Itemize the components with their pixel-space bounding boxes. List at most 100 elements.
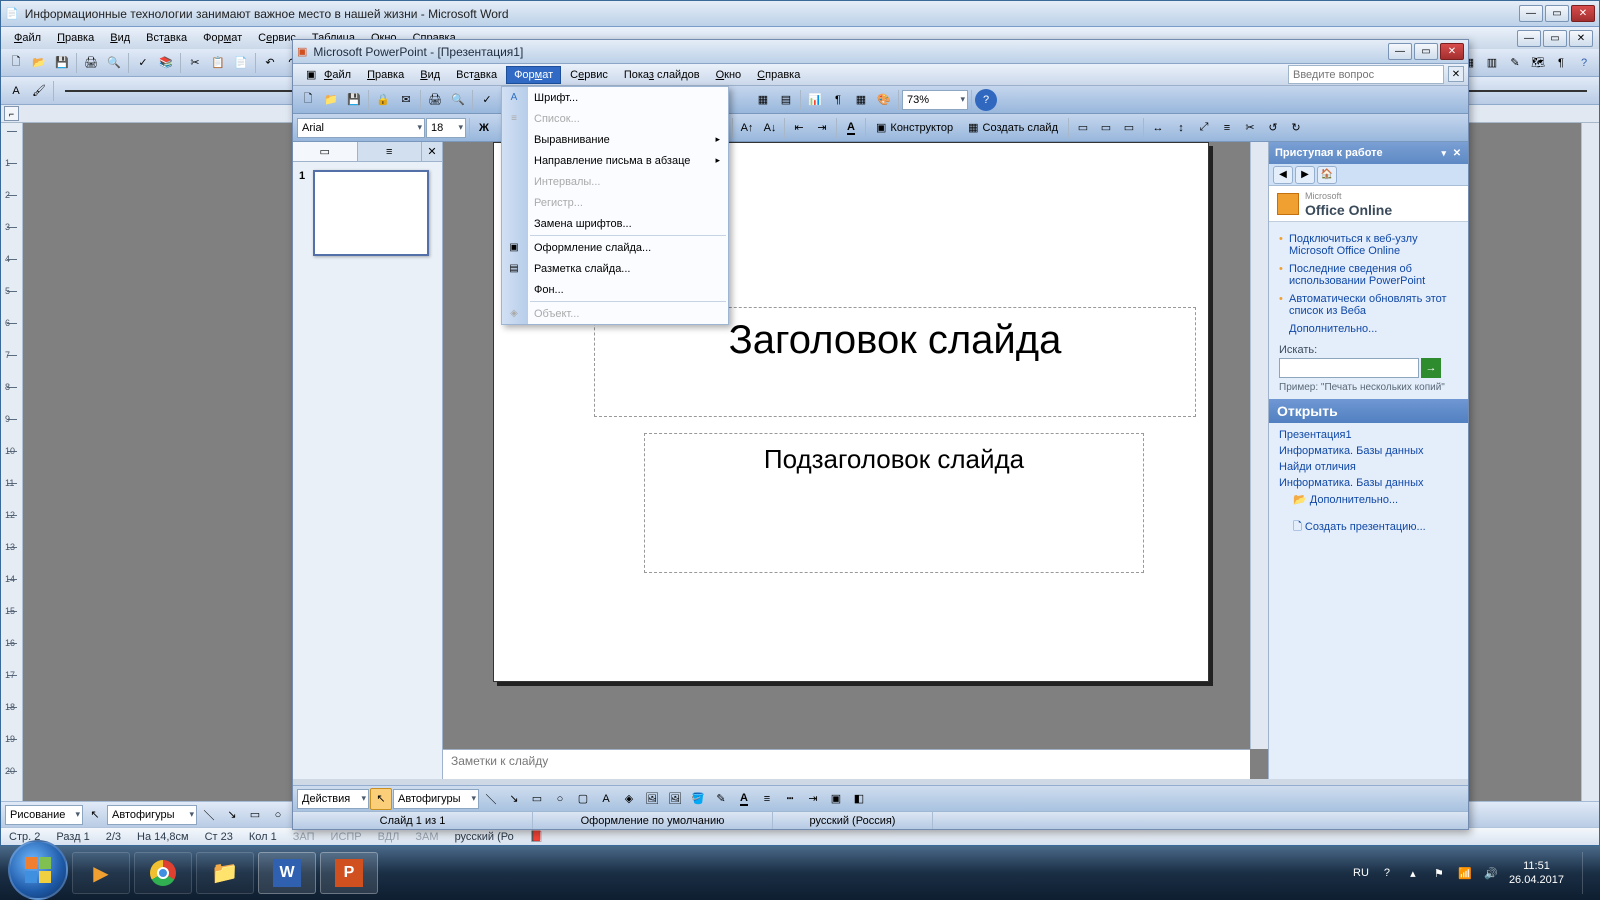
- tab-selector[interactable]: ⌐: [4, 106, 19, 121]
- pp-zoom[interactable]: 73%: [902, 90, 968, 110]
- style-icon[interactable]: A: [5, 80, 27, 102]
- pp-designer-button[interactable]: ▣ Конструктор: [869, 117, 960, 139]
- preview-icon[interactable]: 🔍: [103, 52, 125, 74]
- menu-slidelayout[interactable]: ▤Разметка слайда...: [502, 258, 728, 279]
- recent-3[interactable]: Найди отличия: [1279, 459, 1458, 475]
- pp-doc-icon[interactable]: ▣: [299, 66, 315, 83]
- pp-shadow-icon[interactable]: ▣: [825, 788, 847, 810]
- pp-incindent-icon[interactable]: ⇥: [811, 117, 833, 139]
- tray-lang[interactable]: RU: [1353, 867, 1369, 879]
- pp-tb-b[interactable]: ▭: [1095, 117, 1117, 139]
- pp-menu-file[interactable]: Файл: [317, 67, 358, 83]
- word-scrollbar-v[interactable]: [1581, 123, 1599, 801]
- cut-icon[interactable]: ✂: [184, 52, 206, 74]
- task-nav[interactable]: ◀ ▶ 🏠: [1269, 164, 1468, 186]
- pp-preview-icon[interactable]: 🔍: [447, 89, 469, 111]
- spell-icon[interactable]: ✓: [132, 52, 154, 74]
- pp-decfont-icon[interactable]: A↓: [759, 117, 781, 139]
- pp-maximize-button[interactable]: ▭: [1414, 43, 1438, 60]
- new-icon[interactable]: 🗋: [5, 52, 27, 74]
- word-maximize-button[interactable]: ▭: [1545, 5, 1569, 22]
- slide-thumbnail-1[interactable]: [313, 170, 429, 256]
- pp-3d-icon[interactable]: ◧: [848, 788, 870, 810]
- pp-fill-icon[interactable]: 🪣: [687, 788, 709, 810]
- pp-inserttable-icon[interactable]: ▤: [775, 89, 797, 111]
- menu-slidedesign[interactable]: ▣Оформление слайда...: [502, 237, 728, 258]
- pp-tb-j[interactable]: ↻: [1285, 117, 1307, 139]
- word-doc-close[interactable]: ✕: [1569, 30, 1593, 47]
- pp-help-icon[interactable]: ?: [975, 89, 997, 111]
- pp-tb-g[interactable]: ≡: [1216, 117, 1238, 139]
- pp-menu-format[interactable]: Формат: [506, 66, 561, 84]
- pp-font-name[interactable]: Arial: [297, 118, 425, 138]
- tray-volume-icon[interactable]: 🔊: [1483, 865, 1499, 881]
- word-draw-actions[interactable]: Рисование: [5, 805, 83, 825]
- tray-up-icon[interactable]: ▴: [1405, 865, 1421, 881]
- task-more-link[interactable]: Дополнительно...: [1279, 320, 1458, 338]
- pp-standard-toolbar[interactable]: 🗋 📁 💾 🔒 ✉ 🖨 🔍 ✓ 📚 ✂ ▦ ▤ 📊 ¶ ▦ 🎨 73% ?: [293, 86, 1468, 114]
- open-icon[interactable]: 📂: [28, 52, 50, 74]
- rect-icon[interactable]: ▭: [244, 804, 266, 826]
- pp-line-icon[interactable]: ＼: [480, 788, 502, 810]
- word-doc-restore[interactable]: ▭: [1543, 30, 1567, 47]
- task-open-more[interactable]: 📂 Дополнительно...: [1279, 491, 1458, 508]
- pp-clipart-icon[interactable]: 🖼: [641, 788, 663, 810]
- pp-tab-outline[interactable]: ≡: [358, 142, 423, 161]
- task-close-icon[interactable]: ✕: [1450, 146, 1464, 160]
- pp-showformat-icon[interactable]: ¶: [827, 89, 849, 111]
- para-icon[interactable]: ¶: [1550, 52, 1572, 74]
- windows-taskbar[interactable]: ▶ 📁 W P RU ? ▴ ⚑ 📶 🔊 11:51 26.04.2017: [0, 846, 1600, 900]
- word-minimize-button[interactable]: —: [1519, 5, 1543, 22]
- pp-drawing-toolbar[interactable]: Действия ↖ Автофигуры ＼ ↘ ▭ ○ ▢ A ◈ 🖼 🖼 …: [293, 785, 1468, 811]
- word-menu-view[interactable]: Вид: [103, 30, 137, 46]
- pp-decindent-icon[interactable]: ⇤: [788, 117, 810, 139]
- recent-1[interactable]: Презентация1: [1279, 427, 1458, 443]
- task-link-update[interactable]: Автоматически обновлять этот список из В…: [1279, 290, 1458, 320]
- menu-textdir[interactable]: Направление письма в абзаце▸: [502, 150, 728, 171]
- copy-icon[interactable]: 📋: [207, 52, 229, 74]
- pp-select-icon[interactable]: ↖: [370, 788, 392, 810]
- menu-background[interactable]: Фон...: [502, 279, 728, 300]
- word-menu-format[interactable]: Формат: [196, 30, 249, 46]
- oval-icon[interactable]: ○: [267, 804, 289, 826]
- menu-font[interactable]: AШрифт...: [502, 87, 728, 108]
- pp-tb-a[interactable]: ▭: [1072, 117, 1094, 139]
- research-icon[interactable]: 📚: [155, 52, 177, 74]
- pp-dash-icon[interactable]: ┅: [779, 788, 801, 810]
- pp-close-button[interactable]: ✕: [1440, 43, 1464, 60]
- menu-replacefont[interactable]: Замена шрифтов...: [502, 213, 728, 234]
- pp-chart-icon[interactable]: 📊: [804, 89, 826, 111]
- pp-color-icon[interactable]: 🎨: [873, 89, 895, 111]
- pp-notes-pane[interactable]: Заметки к слайду: [443, 749, 1250, 779]
- pp-mail-icon[interactable]: ✉: [395, 89, 417, 111]
- pp-bold-icon[interactable]: Ж: [473, 117, 495, 139]
- pp-menu-window[interactable]: Окно: [709, 67, 749, 83]
- pp-open-icon[interactable]: 📁: [320, 89, 342, 111]
- pp-menu-help[interactable]: Справка: [750, 67, 807, 83]
- pp-autoshapes[interactable]: Автофигуры: [393, 789, 479, 809]
- pp-tb-c[interactable]: ▭: [1118, 117, 1140, 139]
- taskbar-explorer[interactable]: 📁: [196, 852, 254, 894]
- pp-oval-icon[interactable]: ○: [549, 788, 571, 810]
- pp-menubar[interactable]: ▣ Файл Правка Вид Вставка Формат Сервис …: [293, 64, 1468, 86]
- undo-icon[interactable]: ↶: [259, 52, 281, 74]
- pp-new-icon[interactable]: 🗋: [297, 89, 319, 111]
- status-book-icon[interactable]: 📕: [530, 830, 544, 843]
- pp-tb-h[interactable]: ✂: [1239, 117, 1261, 139]
- pp-editor-scrollbar[interactable]: [1250, 142, 1268, 749]
- pp-status-lang[interactable]: русский (Россия): [773, 812, 933, 829]
- pp-tb-d[interactable]: ↔: [1147, 117, 1169, 139]
- pp-wordart-icon[interactable]: A: [595, 788, 617, 810]
- pp-rect-icon[interactable]: ▭: [526, 788, 548, 810]
- task-search-go[interactable]: →: [1421, 358, 1441, 378]
- pp-grid-icon[interactable]: ▦: [850, 89, 872, 111]
- task-home-icon[interactable]: 🏠: [1317, 166, 1337, 184]
- pp-tab-slides[interactable]: ▭: [293, 142, 358, 161]
- pp-format-toolbar[interactable]: Arial 18 Ж ¶ A↑ A↓ ⇤ ⇥ A ▣ Конструктор ▦…: [293, 114, 1468, 142]
- pp-save-icon[interactable]: 💾: [343, 89, 365, 111]
- pp-fontcolor-icon[interactable]: A: [840, 117, 862, 139]
- task-link-news[interactable]: Последние сведения об использовании Powe…: [1279, 260, 1458, 290]
- taskbar-mediaplayer[interactable]: ▶: [72, 852, 130, 894]
- pp-linecolor-icon[interactable]: ✎: [710, 788, 732, 810]
- pp-font-size[interactable]: 18: [426, 118, 466, 138]
